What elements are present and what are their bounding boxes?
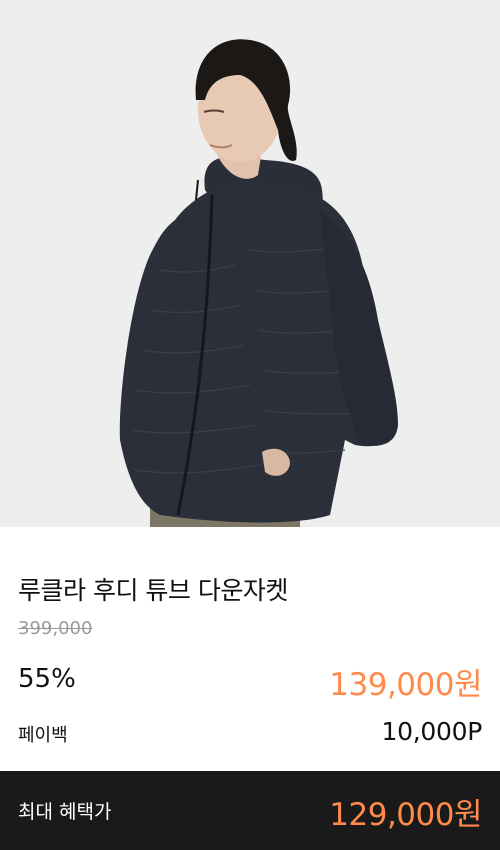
- product-title[interactable]: 루클라 후디 튜브 다운자켓: [18, 571, 288, 607]
- product-info: 루클라 후디 튜브 다운자켓 399,000 55% 139,000원 페이백 …: [0, 527, 500, 771]
- payback-value: 10,000P: [381, 717, 483, 746]
- discount-rate: 55%: [18, 664, 76, 694]
- max-benefit-bar[interactable]: 최대 혜택가 129,000원: [0, 771, 500, 850]
- max-benefit-price: 129,000원: [329, 797, 482, 833]
- product-photo: [0, 0, 500, 527]
- payback-label: 페이백: [18, 725, 68, 746]
- original-price: 399,000: [18, 618, 93, 639]
- max-benefit-label: 최대 혜택가: [18, 801, 112, 823]
- sale-price: 139,000원: [329, 667, 482, 703]
- product-image[interactable]: [0, 0, 500, 527]
